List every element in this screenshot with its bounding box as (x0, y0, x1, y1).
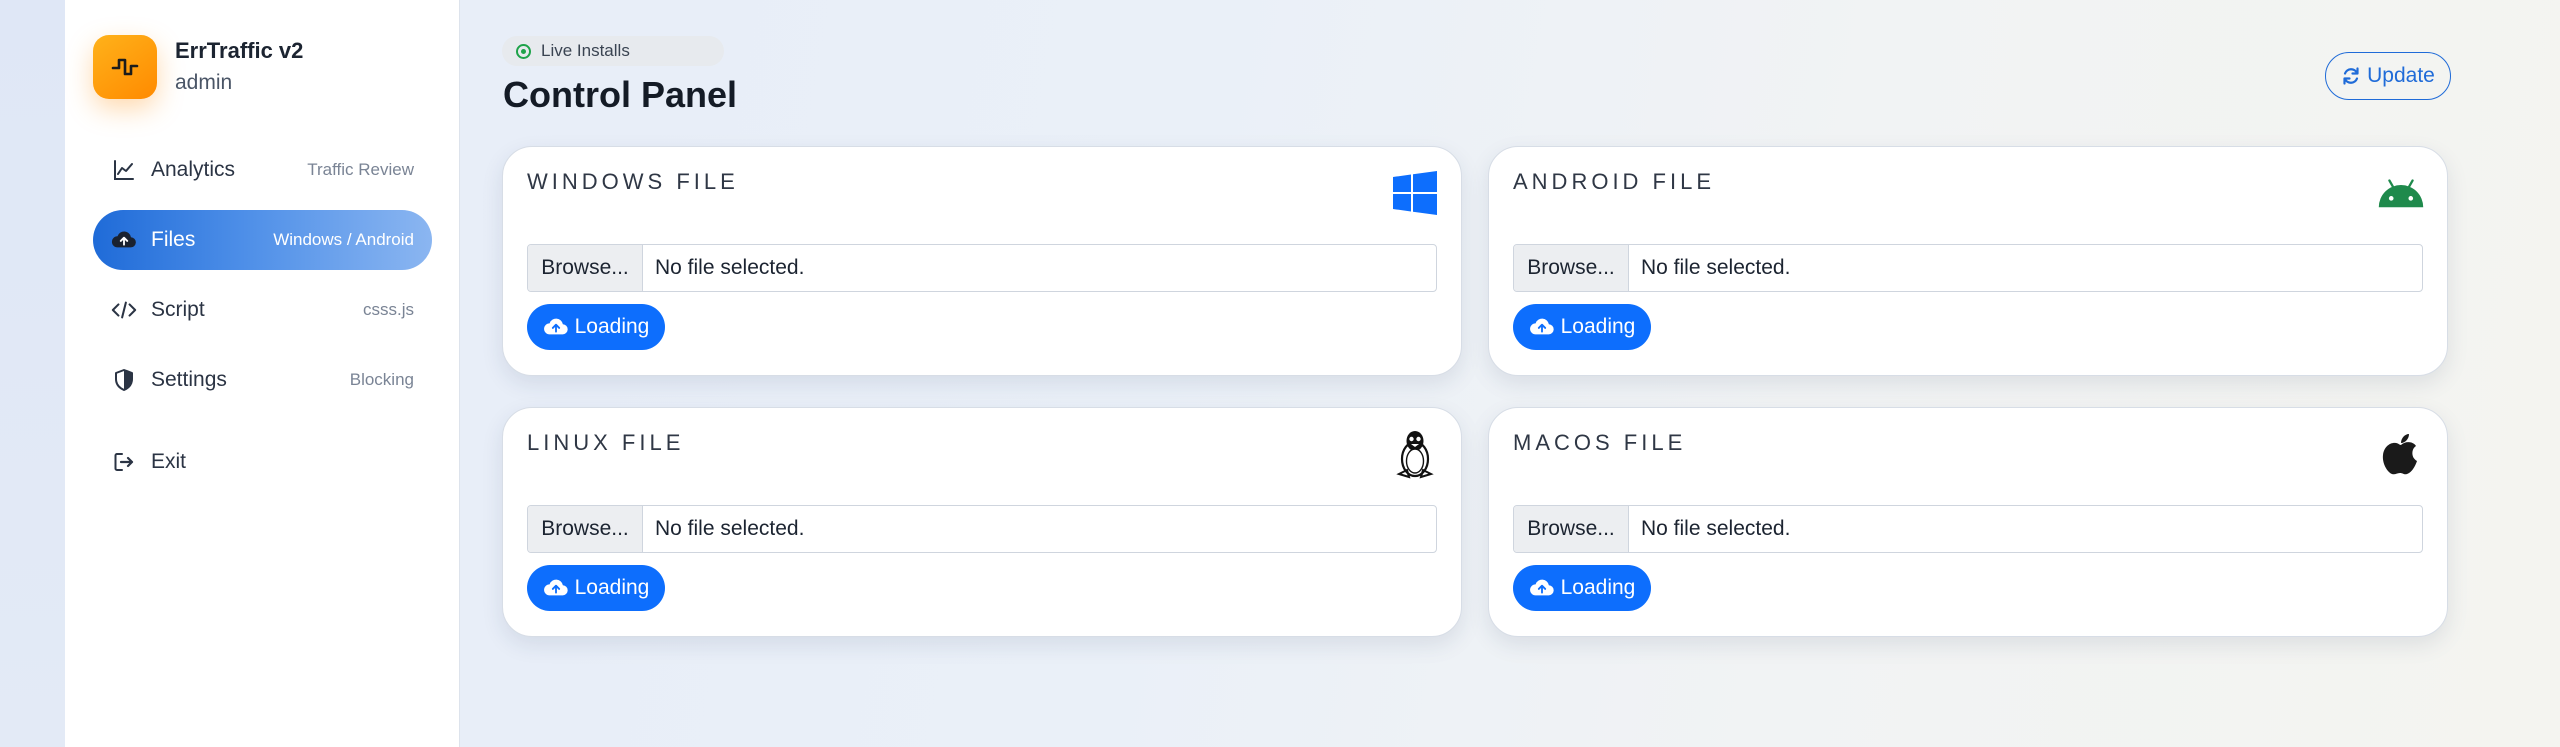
macos-file-card: MACOS FILE Browse... No file selected. L… (1488, 407, 2448, 637)
shield-icon (111, 367, 137, 393)
file-status: No file selected. (1641, 256, 1791, 279)
sidebar-item-label: Exit (151, 450, 187, 473)
linux-file-input[interactable]: Browse... No file selected. (527, 505, 1437, 553)
logout-icon (111, 449, 137, 475)
chart-line-icon (111, 157, 137, 183)
load-button-label: Loading (1560, 576, 1636, 599)
windows-file-input[interactable]: Browse... No file selected. (527, 244, 1437, 292)
android-file-card: ANDROID FILE Browse... No file selected.… (1488, 146, 2448, 376)
sidebar-nav: Analytics Traffic Review Files Windows /… (93, 140, 432, 502)
browse-button[interactable]: Browse... (1514, 245, 1629, 291)
sidebar: ErrTraffic v2 admin Analytics Traffic Re… (65, 0, 460, 747)
cloud-upload-icon (543, 316, 569, 338)
windows-load-button[interactable]: Loading (527, 304, 665, 350)
live-installs-label: Live Installs (541, 41, 630, 60)
macos-load-button[interactable]: Loading (1513, 565, 1651, 611)
main-content: Live Installs Control Panel Update WINDO… (500, 0, 2500, 747)
page-title: Control Panel (503, 74, 738, 115)
file-status: No file selected. (655, 256, 805, 279)
refresh-icon (2341, 66, 2361, 86)
sidebar-item-hint: Windows / Android (273, 230, 414, 249)
app-title: ErrTraffic v2 (175, 38, 304, 63)
sidebar-item-label: Analytics (151, 158, 236, 181)
card-title: LINUX FILE (527, 430, 685, 455)
android-load-button[interactable]: Loading (1513, 304, 1651, 350)
android-file-input[interactable]: Browse... No file selected. (1513, 244, 2423, 292)
background-strip (0, 0, 65, 747)
cloud-upload-icon (1529, 577, 1555, 599)
linux-file-card: LINUX FILE Browse... No file selected. L… (502, 407, 1462, 637)
cloud-upload-icon (543, 577, 569, 599)
linux-load-button[interactable]: Loading (527, 565, 665, 611)
card-title: WINDOWS FILE (527, 169, 739, 194)
sidebar-item-analytics[interactable]: Analytics Traffic Review (93, 140, 432, 200)
android-icon (2377, 169, 2425, 217)
sidebar-item-label: Files (151, 228, 196, 251)
sidebar-item-script[interactable]: Script csss.js (93, 280, 432, 340)
sidebar-item-hint: Blocking (349, 370, 414, 389)
windows-file-card: WINDOWS FILE Browse... No file selected.… (502, 146, 1462, 376)
sidebar-item-hint: Traffic Review (307, 160, 414, 179)
file-status: No file selected. (1641, 517, 1791, 540)
macos-file-input[interactable]: Browse... No file selected. (1513, 505, 2423, 553)
sidebar-item-label: Script (151, 298, 205, 321)
update-button[interactable]: Update (2325, 52, 2451, 100)
file-status: No file selected. (655, 517, 805, 540)
windows-icon (1391, 169, 1439, 217)
card-title: ANDROID FILE (1513, 169, 1716, 194)
load-button-label: Loading (574, 576, 650, 599)
sidebar-item-hint: csss.js (363, 300, 414, 319)
live-status-icon (516, 43, 531, 59)
update-label: Update (2367, 64, 2435, 87)
sidebar-item-label: Settings (151, 368, 227, 391)
cloud-upload-icon (111, 227, 137, 253)
card-title: MACOS FILE (1513, 430, 1687, 455)
load-button-label: Loading (574, 315, 650, 338)
linux-icon (1391, 430, 1439, 479)
code-icon (111, 297, 137, 323)
live-installs-badge: Live Installs (502, 36, 724, 66)
pulse-logo-icon (93, 35, 157, 99)
user-name: admin (175, 71, 233, 94)
load-button-label: Loading (1560, 315, 1636, 338)
browse-button[interactable]: Browse... (1514, 506, 1629, 552)
browse-button[interactable]: Browse... (528, 506, 643, 552)
brand: ErrTraffic v2 admin (93, 35, 303, 99)
sidebar-item-settings[interactable]: Settings Blocking (93, 350, 432, 410)
sidebar-item-files[interactable]: Files Windows / Android (93, 210, 432, 270)
apple-icon (2377, 430, 2425, 478)
cloud-upload-icon (1529, 316, 1555, 338)
sidebar-item-exit[interactable]: Exit (93, 432, 432, 492)
browse-button[interactable]: Browse... (528, 245, 643, 291)
